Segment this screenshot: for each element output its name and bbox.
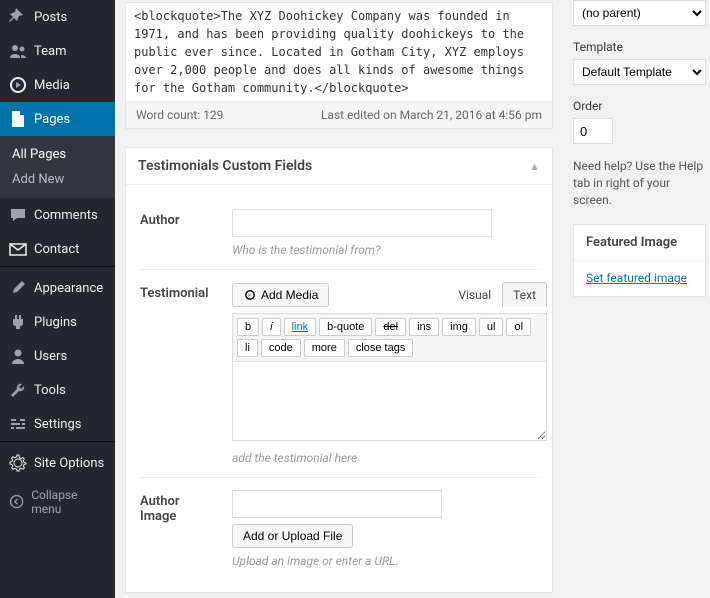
template-label: Template (573, 40, 706, 54)
sidebar-item-pages[interactable]: Pages (0, 102, 115, 136)
last-edited: Last edited on March 21, 2016 at 4:56 pm (321, 108, 542, 122)
qt-blockquote[interactable]: b-quote (319, 318, 372, 336)
sidebar-item-label: Appearance (34, 281, 103, 296)
gear-icon (8, 453, 28, 473)
sidebar-item-label: Plugins (34, 315, 77, 330)
qt-more[interactable]: more (304, 339, 345, 357)
sidebar-item-label: Contact (34, 242, 79, 257)
comment-icon (8, 205, 28, 225)
sidebar-item-label: Team (34, 44, 67, 59)
field-author: Author Who is the testimonial from? (140, 197, 538, 270)
qt-ul[interactable]: ul (479, 318, 504, 336)
author-input[interactable] (232, 209, 492, 237)
collapse-icon (8, 493, 25, 511)
testimonials-metabox: Testimonials Custom Fields ▲ Author Who … (125, 147, 553, 593)
sidebar-item-tools[interactable]: Tools (0, 373, 115, 407)
qt-img[interactable]: img (442, 318, 476, 336)
metabox-body: Author Who is the testimonial from? Test… (126, 185, 552, 592)
sidebar-item-label: Tools (34, 383, 66, 398)
sidebar-item-label: Settings (34, 417, 81, 432)
add-upload-button[interactable]: Add or Upload File (232, 524, 353, 548)
author-image-label: Author Image (140, 490, 218, 568)
qt-ins[interactable]: ins (409, 318, 439, 336)
editor-status-bar: Word count: 129 Last edited on March 21,… (126, 101, 552, 128)
admin-sidebar: Posts Team Media Pages All Pages Add New… (0, 0, 115, 598)
qt-link[interactable]: link (284, 318, 317, 336)
word-count: Word count: 129 (136, 108, 223, 122)
qt-del[interactable]: del (375, 318, 406, 336)
field-testimonial: Testimonial Add Media Visual Text (140, 270, 538, 478)
wrench-icon (8, 380, 28, 400)
qt-code[interactable]: code (261, 339, 301, 357)
qt-ol[interactable]: ol (506, 318, 531, 336)
mail-icon (8, 239, 28, 259)
sidebar-sub-all-pages[interactable]: All Pages (0, 142, 115, 167)
sidebar-item-team[interactable]: Team (0, 34, 115, 68)
media-icon (8, 75, 28, 95)
metabox-title: Testimonials Custom Fields (138, 158, 312, 174)
sidebar-submenu: All Pages Add New (0, 136, 115, 198)
plug-icon (8, 312, 28, 332)
brush-icon (8, 278, 28, 298)
author-help: Who is the testimonial from? (232, 243, 538, 257)
sidebar-collapse[interactable]: Collapse menu (0, 480, 115, 524)
qt-close-tags[interactable]: close tags (348, 339, 414, 357)
page-icon (8, 109, 28, 129)
set-featured-image-link[interactable]: Set featured image (586, 271, 687, 285)
sidebar-sub-add-new[interactable]: Add New (0, 167, 115, 192)
order-input[interactable] (573, 118, 613, 144)
parent-select[interactable]: (no parent) (573, 0, 706, 26)
pin-icon (8, 7, 28, 27)
content-editor: <blockquote>The XYZ Doohickey Company wa… (125, 2, 553, 129)
qt-li[interactable]: li (237, 339, 258, 357)
featured-image-box: Featured Image Set featured image (573, 224, 706, 297)
template-select[interactable]: Default Template (573, 59, 706, 85)
sidebar-item-label: Pages (34, 112, 70, 127)
sidebar-item-contact[interactable]: Contact (0, 232, 115, 266)
author-image-input[interactable] (232, 490, 442, 518)
testimonial-label: Testimonial (140, 282, 218, 465)
media-icon (243, 288, 257, 302)
sidebar-item-posts[interactable]: Posts (0, 0, 115, 34)
add-media-button[interactable]: Add Media (232, 283, 329, 307)
sidebar-item-settings[interactable]: Settings (0, 407, 115, 441)
sidebar-item-label: Media (34, 78, 70, 93)
featured-image-title: Featured Image (574, 225, 705, 261)
user-icon (8, 346, 28, 366)
sidebar-item-media[interactable]: Media (0, 68, 115, 102)
sidebar-item-label: Site Options (34, 456, 104, 471)
add-media-label: Add Media (261, 288, 318, 302)
sliders-icon (8, 414, 28, 434)
testimonial-textarea[interactable] (232, 361, 547, 441)
sidebar-item-label: Comments (34, 208, 98, 223)
sidebar-item-site-options[interactable]: Site Options (0, 446, 115, 480)
author-label: Author (140, 209, 218, 257)
main-content: <blockquote>The XYZ Doohickey Company wa… (115, 0, 563, 598)
tab-text[interactable]: Text (502, 282, 547, 307)
right-sidebar: (no parent) Template Default Template Or… (563, 0, 710, 598)
sidebar-item-comments[interactable]: Comments (0, 198, 115, 232)
users-icon (8, 41, 28, 61)
testimonial-editor: Add Media Visual Text b i link (232, 282, 547, 445)
collapse-label: Collapse menu (31, 488, 107, 516)
field-author-image: Author Image Add or Upload File Upload a… (140, 478, 538, 580)
help-text: Need help? Use the Help tab in right of … (573, 158, 706, 208)
qt-bold[interactable]: b (237, 318, 259, 336)
testimonial-help: add the testimonial here (232, 451, 547, 465)
qt-italic[interactable]: i (262, 318, 280, 336)
order-label: Order (573, 99, 706, 113)
editor-tabs: Visual Text (447, 282, 547, 307)
metabox-toggle-icon[interactable]: ▲ (529, 160, 540, 173)
sidebar-item-plugins[interactable]: Plugins (0, 305, 115, 339)
sidebar-item-users[interactable]: Users (0, 339, 115, 373)
quicktags-toolbar: b i link b-quote del ins img ul ol li co (232, 313, 547, 361)
author-image-help: Upload an image or enter a URL. (232, 554, 538, 568)
editor-textarea[interactable]: <blockquote>The XYZ Doohickey Company wa… (126, 3, 552, 101)
sidebar-item-label: Posts (34, 10, 67, 25)
sidebar-item-label: Users (34, 349, 67, 364)
metabox-header[interactable]: Testimonials Custom Fields ▲ (126, 148, 552, 185)
sidebar-item-appearance[interactable]: Appearance (0, 271, 115, 305)
tab-visual[interactable]: Visual (447, 282, 502, 307)
